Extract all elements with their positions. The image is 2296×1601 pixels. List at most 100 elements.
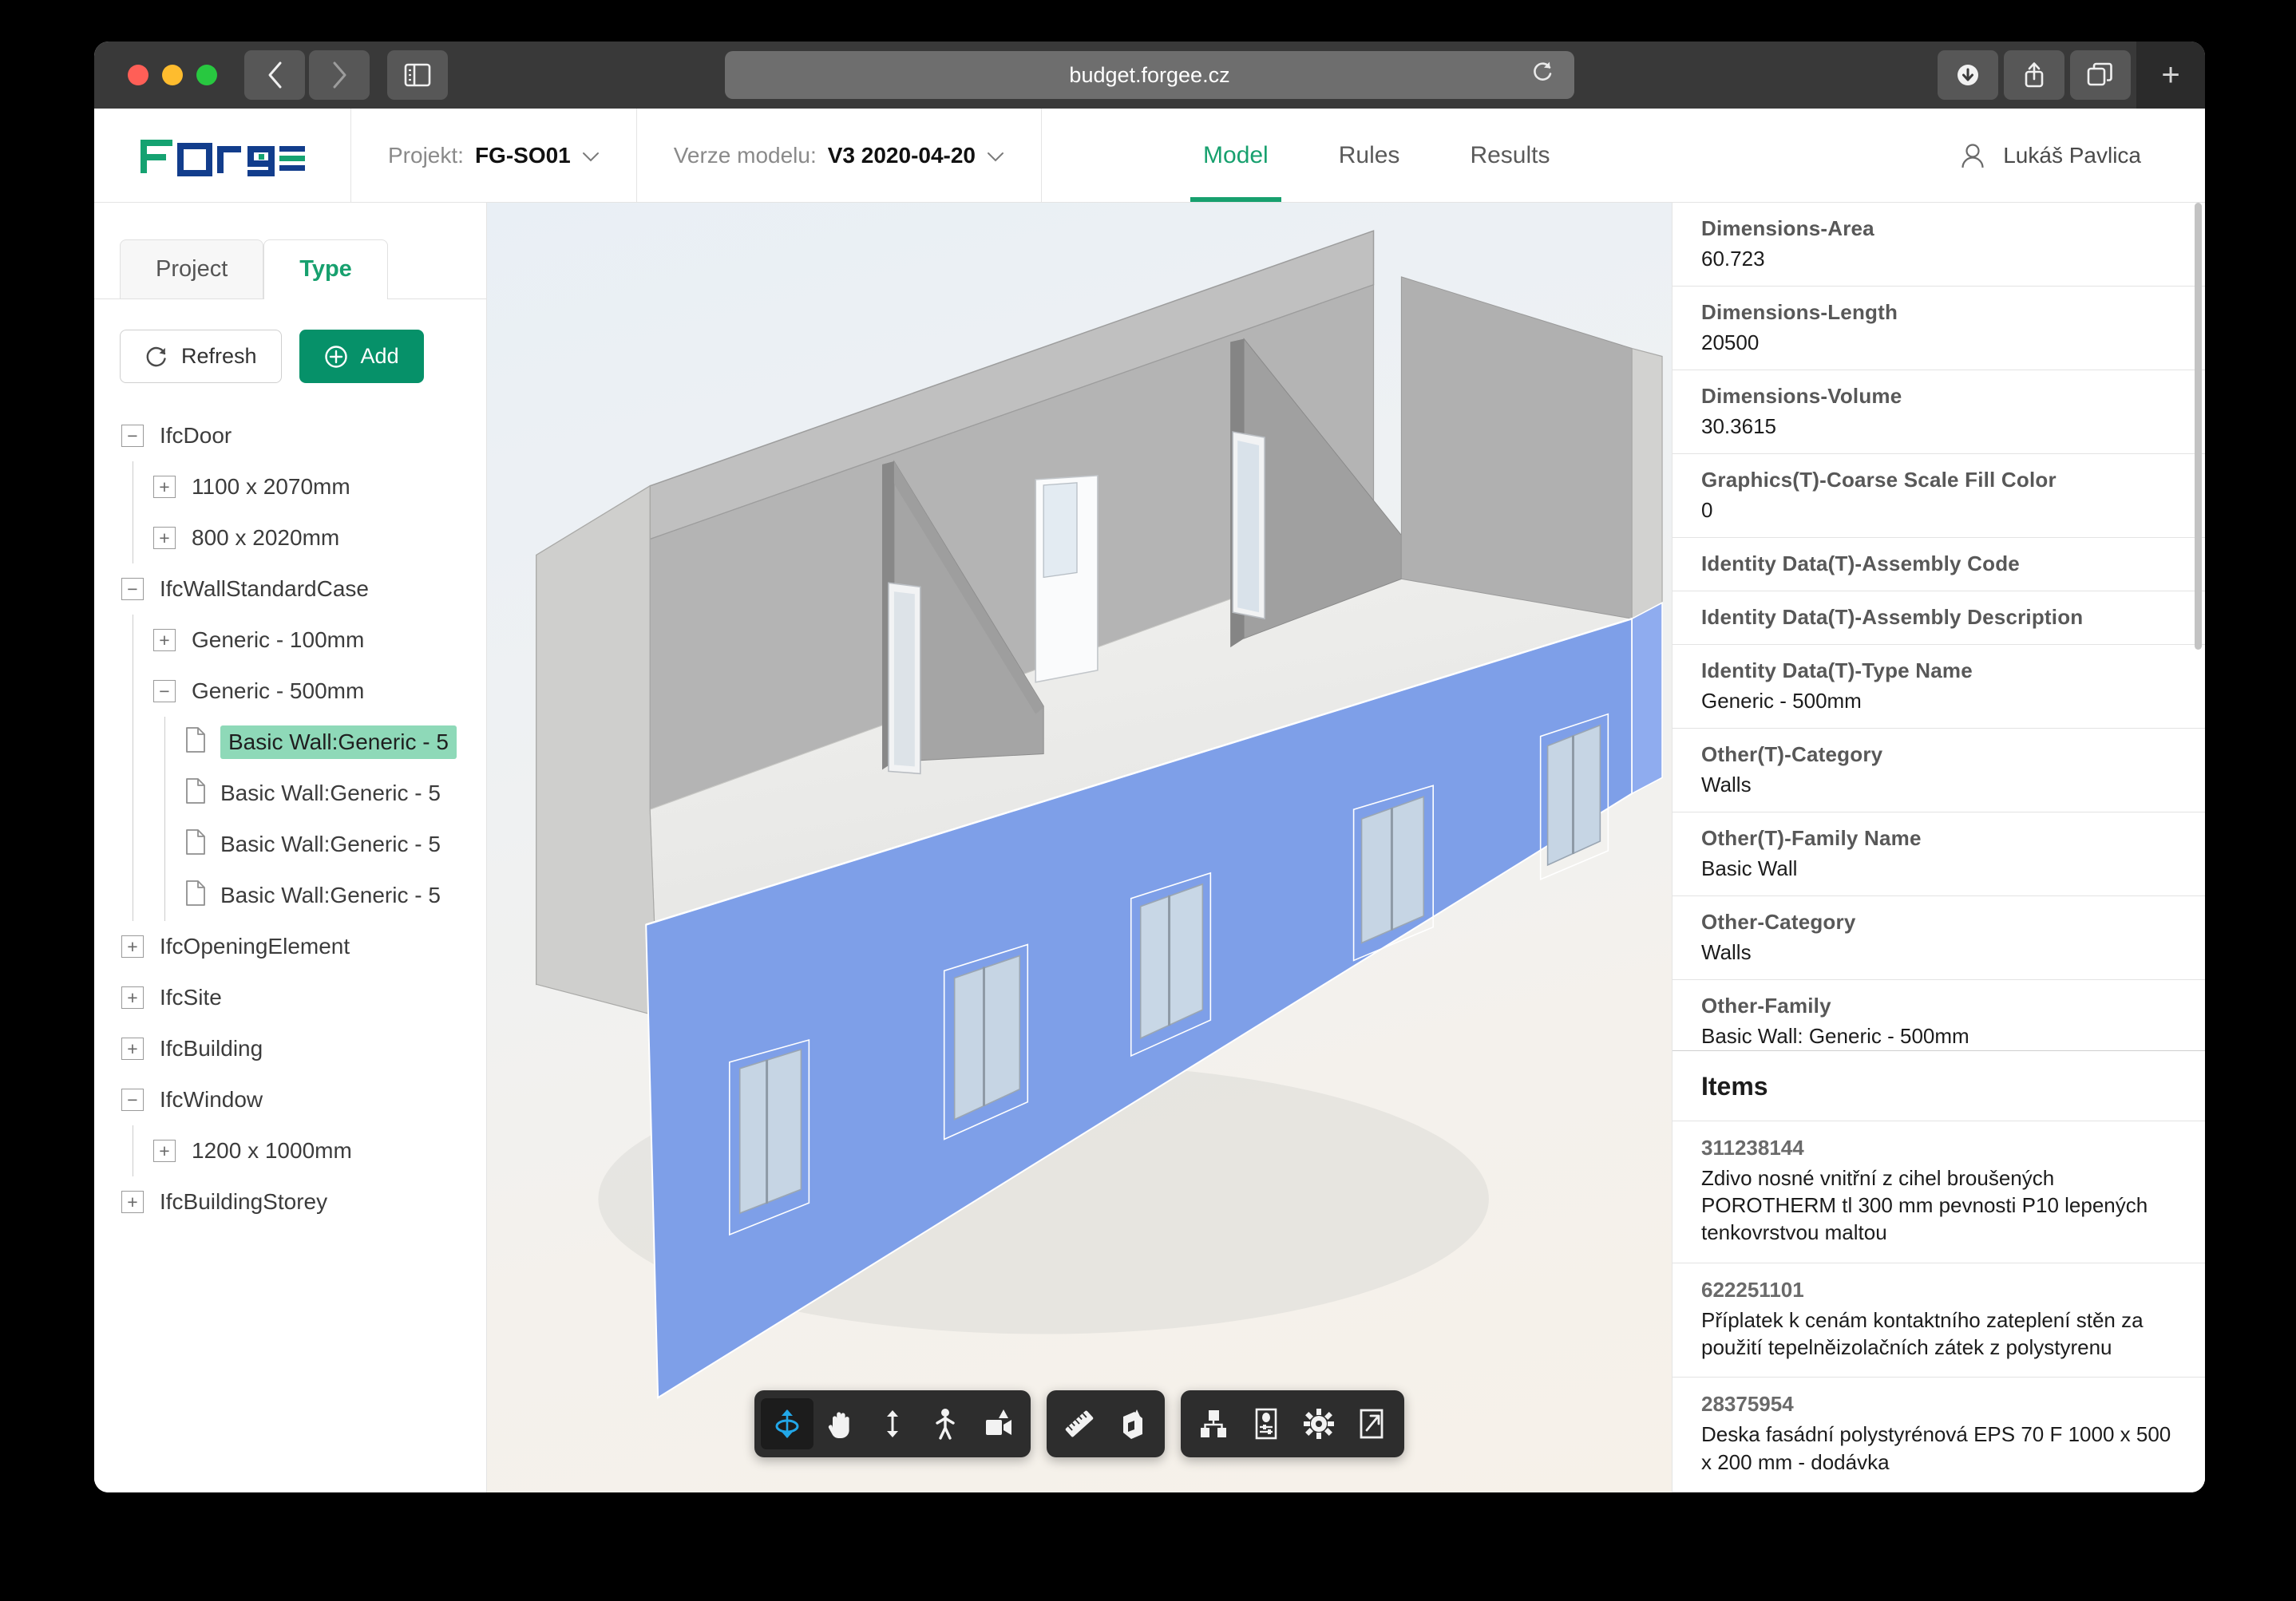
pan-tool-button[interactable] [813,1398,866,1449]
tree-item[interactable]: −IfcWallStandardCase [121,563,486,615]
walk-tool-button[interactable] [919,1398,972,1449]
reload-icon[interactable] [1531,61,1554,90]
file-icon [185,829,206,860]
project-value: FG-SO01 [475,143,571,168]
type-tree: −IfcDoor+1100 x 2070mm+800 x 2020mm−IfcW… [94,405,486,1492]
tab-results[interactable]: Results [1435,109,1585,202]
tree-expand-icon[interactable]: + [153,476,176,498]
model-structure-button[interactable] [1187,1398,1240,1449]
tree-item[interactable]: Basic Wall:Generic - 5 [121,870,486,921]
property-value: Generic - 500mm [1701,689,2176,714]
address-bar[interactable]: budget.forgee.cz [725,51,1574,99]
property-value: Walls [1701,940,2176,965]
app-logo[interactable] [94,109,351,202]
tree-item[interactable]: −Generic - 500mm [121,666,486,717]
toggle-sidebar-button[interactable] [387,50,448,100]
tree-expand-icon[interactable]: + [121,1191,144,1213]
tree-expand-icon[interactable]: + [153,1140,176,1162]
tree-item-label: 1200 x 1000mm [192,1138,352,1164]
close-window-button[interactable] [128,65,148,85]
sidebar-tab-type[interactable]: Type [263,239,388,298]
tree-expand-icon[interactable]: + [153,527,176,549]
tree-collapse-icon[interactable]: − [121,578,144,600]
items-list: 311238144Zdivo nosné vnitřní z cihel bro… [1673,1121,2205,1492]
user-name: Lukáš Pavlica [2003,143,2141,168]
tree-item[interactable]: −IfcDoor [121,410,486,461]
tree-collapse-icon[interactable]: − [121,1089,144,1111]
tree-item[interactable]: Basic Wall:Generic - 5 [121,819,486,870]
tree-item-label: IfcBuildingStorey [160,1189,327,1215]
tab-overview-button[interactable] [2070,50,2131,100]
tree-item[interactable]: Basic Wall:Generic - 5 [121,768,486,819]
tab-rules[interactable]: Rules [1304,109,1435,202]
share-button[interactable] [2004,50,2064,100]
tree-item[interactable]: +1200 x 1000mm [121,1125,486,1176]
user-menu[interactable]: Lukáš Pavlica [1960,109,2205,202]
tree-item[interactable]: +IfcBuilding [121,1023,486,1074]
left-sidebar: Project Type Refresh [94,203,487,1492]
item-row[interactable]: 28375954Deska fasádní polystyrénová EPS … [1673,1378,2205,1492]
tabs-icon [2087,62,2114,88]
tree-expand-icon[interactable]: + [121,986,144,1009]
building-model-3d[interactable] [487,203,1672,1492]
tree-item-label: IfcWindow [160,1087,263,1113]
tree-item[interactable]: +IfcSite [121,972,486,1023]
tree-expand-icon[interactable]: + [121,1038,144,1060]
model-version-selector[interactable]: Verze modelu: V3 2020-04-20 [637,109,1042,202]
tree-item[interactable]: + IfcOpeningElement [121,921,486,972]
add-button[interactable]: Add [299,330,424,383]
item-row[interactable]: 311238144Zdivo nosné vnitřní z cihel bro… [1673,1121,2205,1263]
tab-model[interactable]: Model [1168,109,1304,202]
property-key: Other(T)-Family Name [1701,826,2176,851]
minimize-window-button[interactable] [162,65,183,85]
sidebar-tab-project[interactable]: Project [120,239,263,298]
file-icon [185,880,206,911]
navigation-buttons[interactable] [244,50,370,100]
item-row[interactable]: 622251101Příplatek k cenám kontaktního z… [1673,1263,2205,1378]
properties-list[interactable]: Dimensions-Area60.723Dimensions-Length20… [1673,203,2205,1050]
forward-button[interactable] [309,50,370,100]
refresh-button[interactable]: Refresh [120,330,282,383]
items-section-title: Items [1673,1050,2205,1121]
model-viewport[interactable]: W S SHORA ZLEVA ZEPŘEDU [487,203,1672,1492]
tree-expand-icon[interactable]: + [153,629,176,651]
fullscreen-icon [1358,1408,1385,1440]
tree-item[interactable]: + IfcBuildingStorey [121,1176,486,1227]
tree-item[interactable]: −IfcWindow [121,1074,486,1125]
orbit-tool-button[interactable] [761,1398,813,1449]
tab-results-label: Results [1470,142,1550,169]
tree-expand-icon[interactable]: + [121,935,144,958]
item-code: 622251101 [1701,1278,2176,1303]
section-tool-button[interactable] [1106,1398,1158,1449]
add-label: Add [361,344,399,369]
tree-item[interactable]: +1100 x 2070mm [121,461,486,512]
properties-scrollbar[interactable] [2195,203,2202,650]
fullscreen-button[interactable] [1345,1398,1398,1449]
back-button[interactable] [244,50,305,100]
tree-item-label: IfcOpeningElement [160,934,350,959]
property-key: Other-Category [1701,910,2176,935]
camera-icon [982,1407,1014,1441]
property-value: Basic Wall: Generic - 500mm [1701,1024,2176,1049]
tree-collapse-icon[interactable]: − [121,425,144,447]
project-selector[interactable]: Projekt: FG-SO01 [351,109,637,202]
properties-panel-button[interactable] [1240,1398,1292,1449]
tree-item[interactable]: Basic Wall:Generic - 5 [121,717,486,768]
measure-tool-button[interactable] [1053,1398,1106,1449]
settings-button[interactable] [1292,1398,1345,1449]
property-value: 30.3615 [1701,414,2176,439]
tree-item[interactable]: +800 x 2020mm [121,512,486,563]
window-controls[interactable] [128,65,217,85]
property-value: 60.723 [1701,247,2176,271]
tree-collapse-icon[interactable]: − [153,680,176,702]
zoom-tool-button[interactable] [866,1398,919,1449]
maximize-window-button[interactable] [196,65,217,85]
main-tabs: Model Rules Results [1042,109,1960,202]
item-code: 28375954 [1701,1392,2176,1417]
downloads-button[interactable] [1938,50,1998,100]
camera-tool-button[interactable] [972,1398,1024,1449]
tree-item[interactable]: +Generic - 100mm [121,615,486,666]
tab-rules-label: Rules [1339,142,1400,169]
new-tab-button[interactable]: + [2136,42,2205,109]
sidebar-tab-type-label: Type [299,256,352,282]
